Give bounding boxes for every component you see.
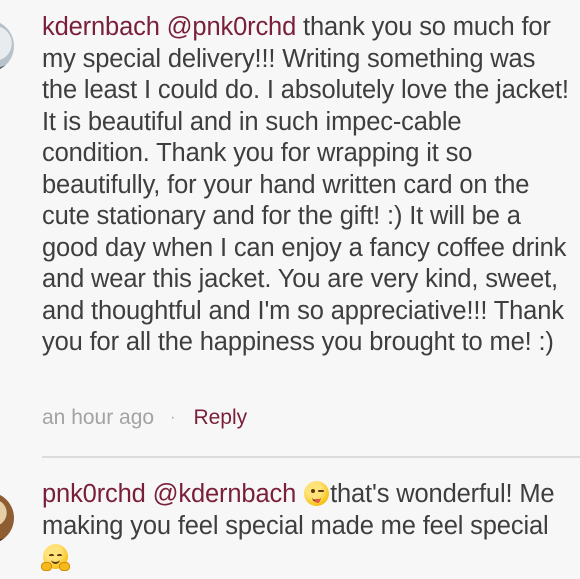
avatar[interactable] [0,492,14,544]
comment-mention[interactable]: @pnk0rchd [167,13,297,41]
comment-text: thank you so much for my special deliver… [42,13,569,356]
hugging-face-icon [41,544,70,571]
comment-meta: an hour ago · Reply [42,403,247,433]
reply-button[interactable]: Reply [193,403,247,433]
comment-divider [42,456,580,458]
meta-separator: · [170,409,176,426]
winking-face-with-tongue-icon [304,481,330,506]
comments-thread: kdernbach @pnk0rchd thank you so much fo… [0,0,580,579]
comment-item: kdernbach @pnk0rchd thank you so much fo… [0,0,580,460]
comment-timestamp: an hour ago [42,406,155,429]
comment-body: kdernbach @pnk0rchd thank you so much fo… [42,12,574,359]
comment-username[interactable]: kdernbach [42,13,160,41]
comment-username[interactable]: pnk0rchd [42,480,146,508]
comment-body: pnk0rchd @kdernbach that's wonderful! Me… [41,479,574,574]
avatar[interactable] [0,20,14,72]
comment-item: pnk0rchd @kdernbach that's wonderful! Me… [0,462,580,579]
comment-mention[interactable]: @kdernbach [153,480,297,508]
